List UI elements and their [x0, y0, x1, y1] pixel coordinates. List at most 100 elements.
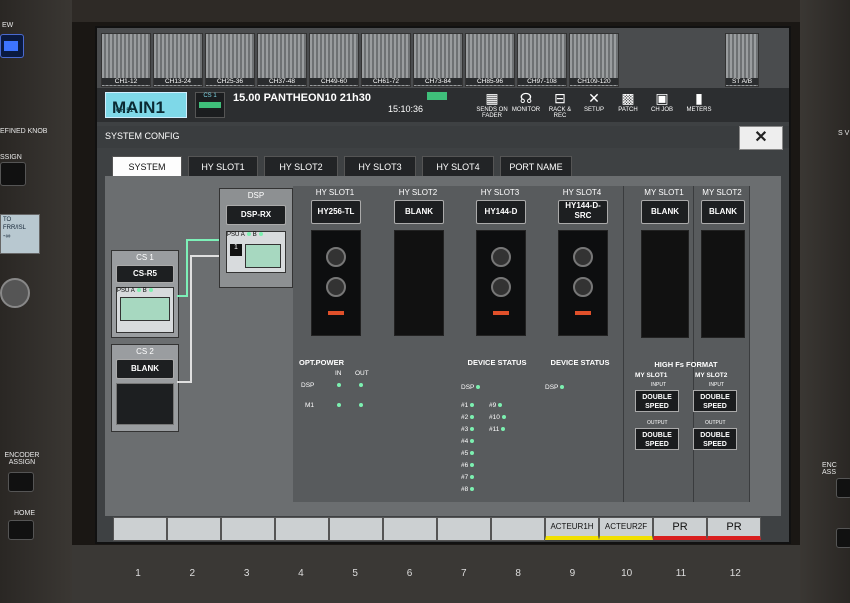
device-status-3-row: #6 — [461, 462, 476, 469]
meter-8[interactable]: CH85-96 — [465, 33, 515, 87]
bottom-button-8[interactable] — [491, 517, 545, 541]
bottom-button-12[interactable]: PR — [707, 517, 761, 540]
slot-card-button[interactable]: BLANK — [641, 200, 689, 224]
meter-label: CH97-108 — [518, 78, 566, 85]
toolbar-button-briefcase[interactable]: ▣ CH JOB — [645, 90, 679, 120]
dsp-unit[interactable]: PSU AB 1 — [226, 231, 286, 273]
high-fs-input-2: INPUT — [709, 382, 724, 388]
display-top: TO — [3, 217, 12, 223]
console-top-panel — [72, 0, 800, 22]
toolbar-button-headphones[interactable]: ☊ MONITOR — [509, 90, 543, 120]
slot-card-button[interactable]: BLANK — [394, 200, 444, 224]
my2-output-double-speed[interactable]: DOUBLE SPEED — [693, 428, 737, 450]
meter-label: CH49-60 — [310, 78, 358, 85]
slot-column-4: HY SLOT4 HY144-D-SRC — [541, 186, 624, 502]
slot-card-image[interactable] — [394, 230, 444, 336]
bottom-button-1[interactable] — [113, 517, 167, 541]
slot-card-image[interactable] — [476, 230, 526, 336]
bottom-button-7[interactable] — [437, 517, 491, 541]
device-status-3-row: #9 — [489, 402, 504, 409]
bottom-button-6[interactable] — [383, 517, 437, 541]
tab-port-name[interactable]: PORT NAME — [500, 156, 572, 177]
toolbar-button-label: METERS — [686, 107, 712, 113]
status-led — [470, 451, 475, 455]
assign-button[interactable] — [0, 162, 26, 186]
meter-10[interactable]: CH109-120 — [569, 33, 619, 87]
slot-card-image[interactable] — [558, 230, 608, 336]
high-fs-my2: MY SLOT2 — [695, 372, 728, 379]
port-icon — [326, 277, 346, 297]
meter-3[interactable]: CH25-36 — [205, 33, 255, 87]
slot-card-button[interactable]: HY256-TL — [311, 200, 361, 224]
view-button[interactable] — [0, 34, 24, 58]
toolbar-button-grid[interactable]: ▩ PATCH — [611, 90, 645, 120]
bottom-button-11[interactable]: PR — [653, 517, 707, 540]
my1-output-double-speed[interactable]: DOUBLE SPEED — [635, 428, 679, 450]
status-indicator — [427, 92, 447, 100]
tab-hy-slot1[interactable]: HY SLOT1 — [188, 156, 258, 177]
cs2-empty[interactable] — [116, 383, 174, 425]
right-home-button[interactable] — [836, 528, 850, 548]
close-button[interactable]: ✕ — [739, 126, 783, 150]
toolbar-button-label: RACK & REC — [548, 107, 572, 119]
tab-hy-slot3[interactable]: HY SLOT3 — [344, 156, 416, 177]
toolbar-button-rack[interactable]: ⊟ RACK & REC — [543, 90, 577, 120]
toolbar-button-meters[interactable]: ▮ METERS — [679, 90, 719, 120]
fader-number-2: 2 — [189, 568, 196, 579]
meters-icon: ▮ — [695, 90, 703, 106]
meter-7[interactable]: CH73-84 — [413, 33, 463, 87]
bottom-button-10[interactable]: ACTEUR2F — [599, 517, 653, 540]
cs-indicator[interactable]: CS 1 — [195, 92, 225, 118]
slot-card-button[interactable]: HY144-D — [476, 200, 526, 224]
tab-system[interactable]: SYSTEM — [112, 156, 182, 177]
channel-display: TO FRR/ISL -∞ — [0, 214, 40, 254]
meter-5[interactable]: CH49-60 — [309, 33, 359, 87]
device-label: #3 — [461, 426, 469, 433]
headphones-icon: ☊ — [519, 90, 533, 106]
meter-4[interactable]: CH37-48 — [257, 33, 307, 87]
tab-hy-slot2[interactable]: HY SLOT2 — [264, 156, 338, 177]
stab-meter[interactable]: ST A/B — [725, 33, 759, 87]
slot-card-button[interactable]: BLANK — [701, 200, 745, 224]
display-value: -∞ — [3, 233, 11, 240]
slot-card-button[interactable]: HY144-D-SRC — [558, 200, 608, 224]
home-label: HOME — [14, 510, 35, 517]
meter-9[interactable]: CH97-108 — [517, 33, 567, 87]
device-status-3-row: #8 — [461, 486, 476, 493]
channel-name-button[interactable]: CH 51 MAIN1 — [105, 92, 187, 118]
meter-1[interactable]: CH1-12 — [101, 33, 151, 87]
meter-label: CH13-24 — [154, 78, 202, 85]
bottom-button-4[interactable] — [275, 517, 329, 541]
my1-input-double-speed[interactable]: DOUBLE SPEED — [635, 390, 679, 412]
toolbar-button-label: CH JOB — [650, 107, 673, 113]
bottom-button-3[interactable] — [221, 517, 275, 541]
dsp-model-button[interactable]: DSP-RX — [226, 205, 286, 225]
port-icon — [573, 247, 593, 267]
right-encoder-button[interactable] — [836, 478, 850, 498]
slot-card-image[interactable] — [641, 230, 689, 338]
meter-2[interactable]: CH13-24 — [153, 33, 203, 87]
bottom-button-2[interactable] — [167, 517, 221, 541]
bottom-button-9[interactable]: ACTEUR1H — [545, 517, 599, 540]
my2-input-double-speed[interactable]: DOUBLE SPEED — [693, 390, 737, 412]
status-led — [470, 415, 475, 419]
cs2-model-button[interactable]: BLANK — [116, 359, 174, 379]
slot-card-image[interactable] — [311, 230, 361, 336]
bottom-button-5[interactable] — [329, 517, 383, 541]
user-knob[interactable] — [0, 278, 30, 308]
scene-area[interactable]: 15.00 PANTHEON10 21h30 15:10:36 — [233, 90, 453, 120]
toolbar-button-sends[interactable]: ▦ SENDS ON FADER — [475, 90, 509, 120]
device-label: #10 — [489, 414, 500, 421]
cs1-unit[interactable]: PSU AB — [116, 287, 174, 333]
meter-label: CH85-96 — [466, 78, 514, 85]
slot-column-5: MY SLOT1 BLANK — [635, 186, 694, 502]
home-button[interactable] — [8, 520, 34, 540]
tab-hy-slot4[interactable]: HY SLOT4 — [422, 156, 494, 177]
device-status-3-row: #4 — [461, 438, 476, 445]
cs1-model-button[interactable]: CS-R5 — [116, 265, 174, 283]
toolbar-button-tools[interactable]: ✕ SETUP — [577, 90, 611, 120]
slot-card-image[interactable] — [701, 230, 745, 338]
meter-6[interactable]: CH61-72 — [361, 33, 411, 87]
encoder-assign-button[interactable] — [8, 472, 34, 492]
slot-title: HY SLOT4 — [562, 188, 602, 197]
